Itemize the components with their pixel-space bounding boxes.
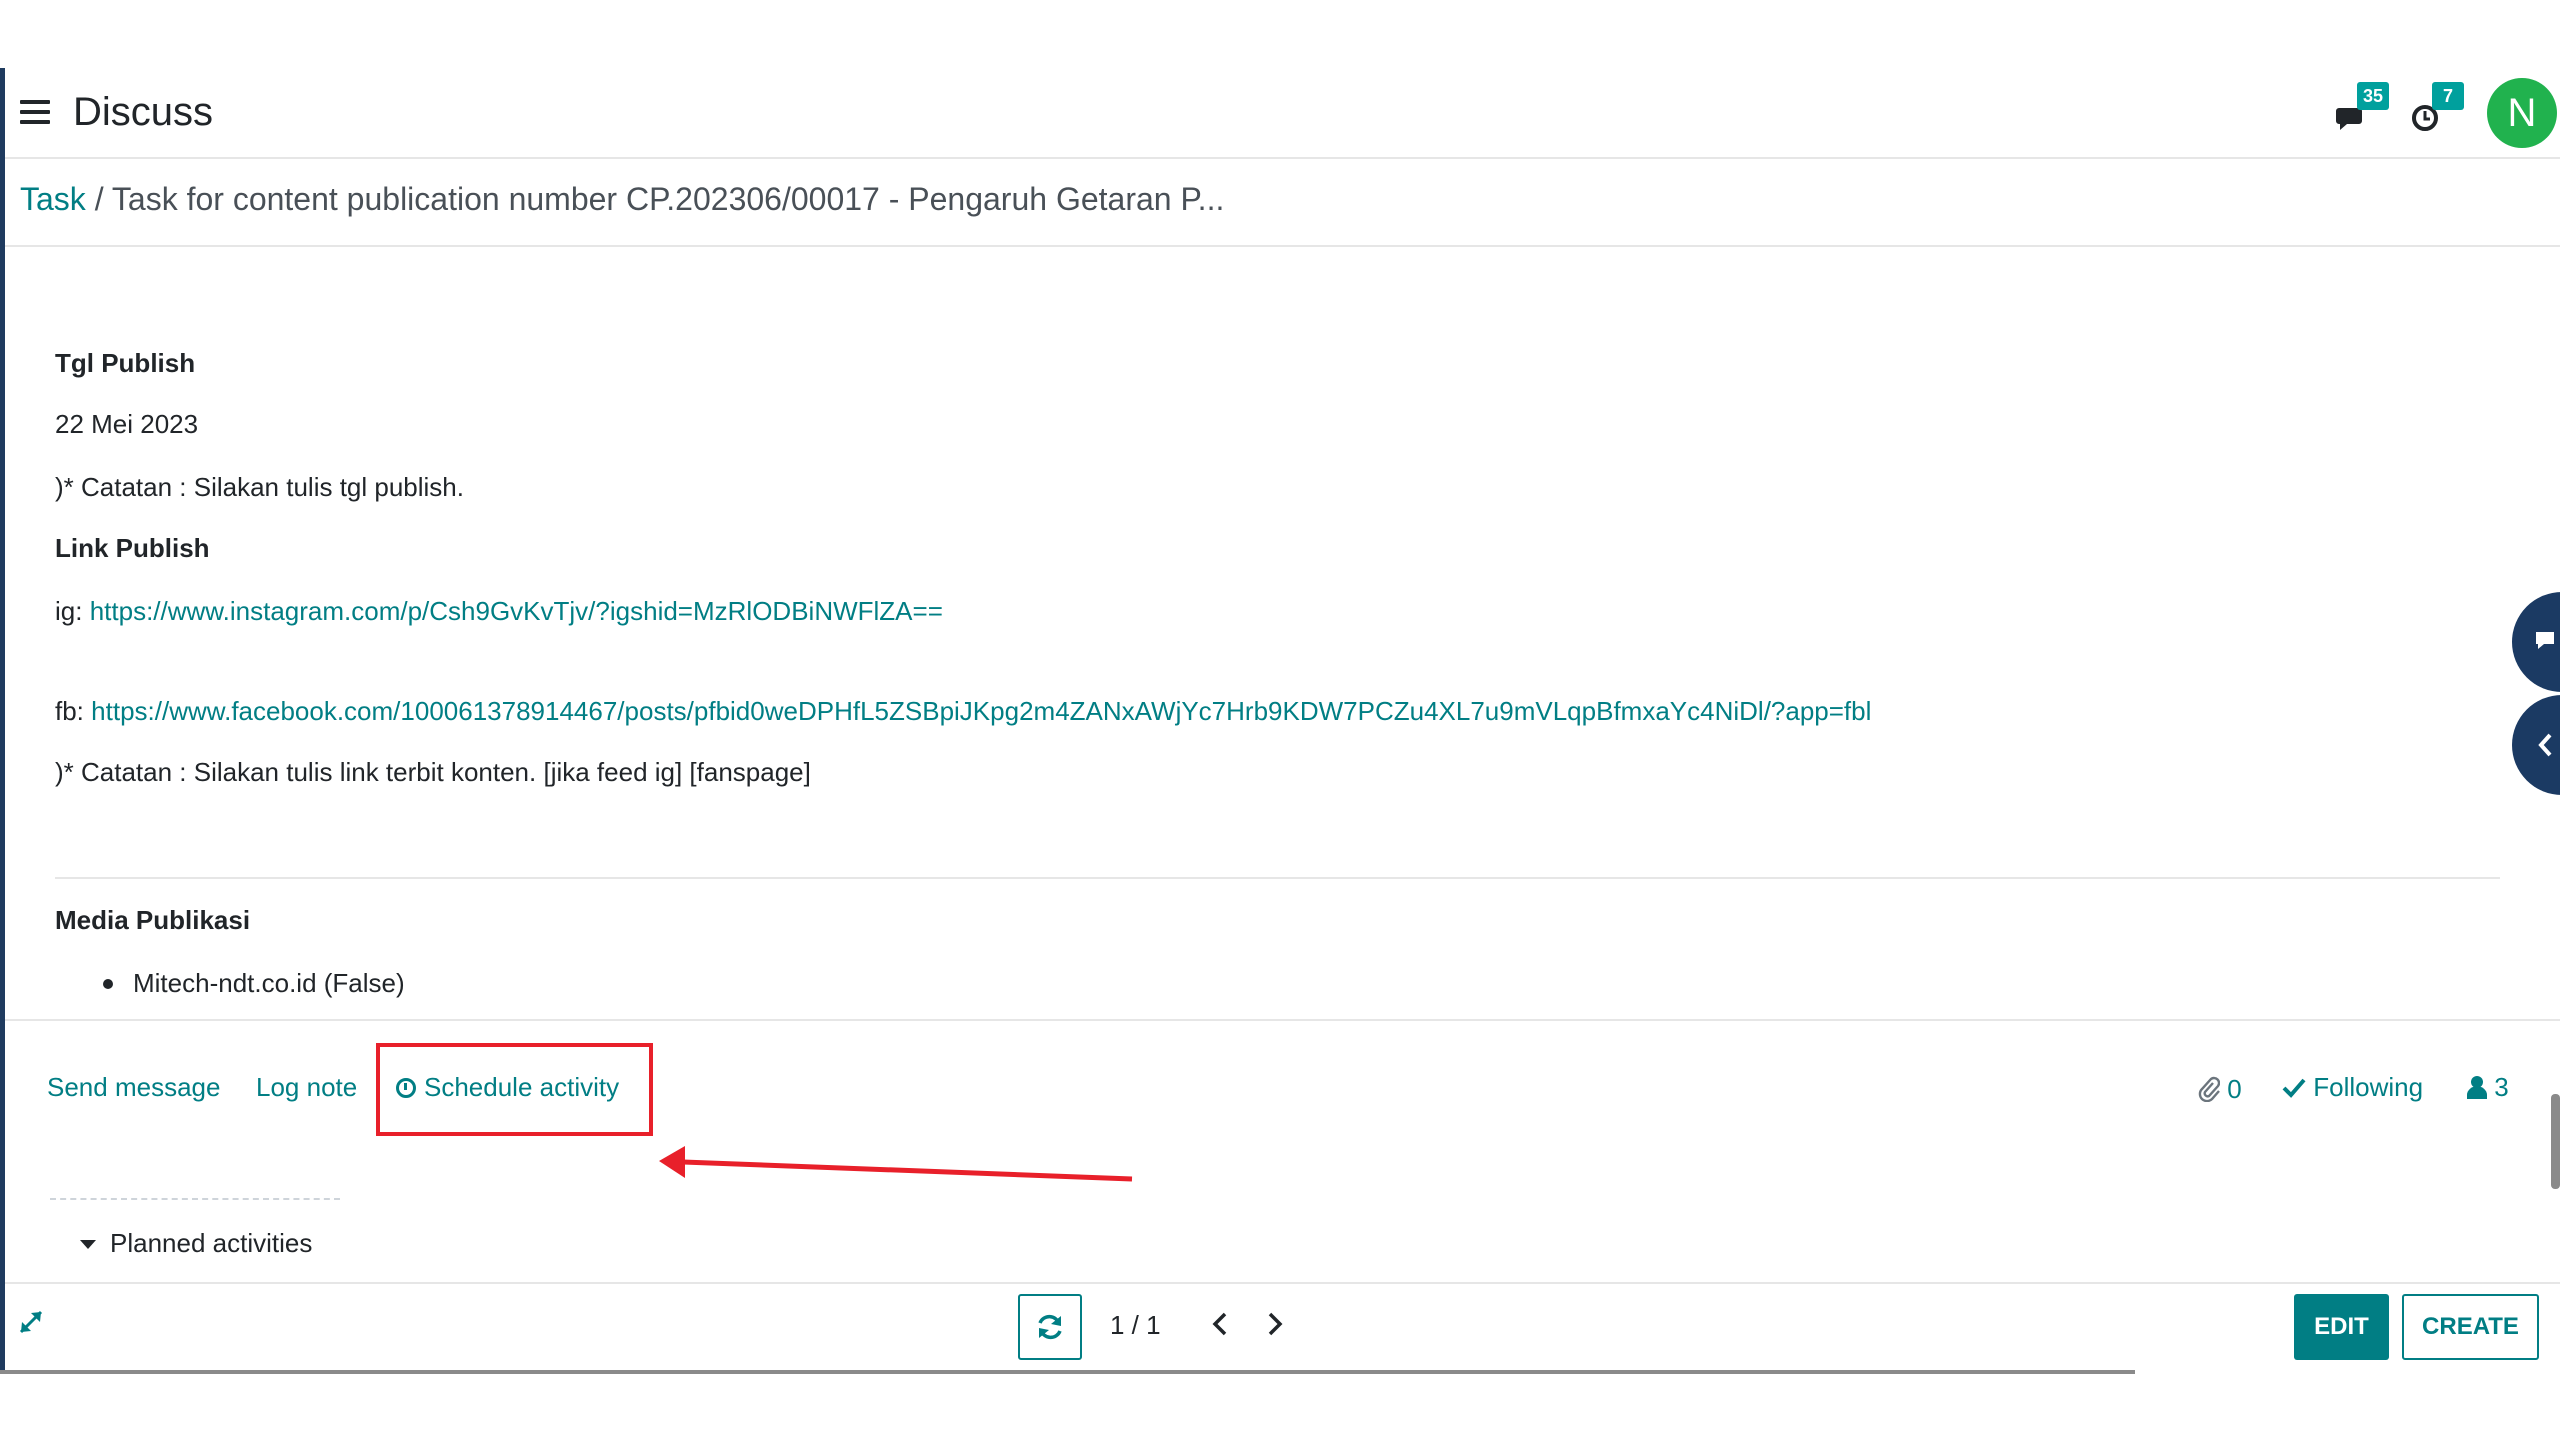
- pager-value[interactable]: 1 / 1: [1110, 1310, 1161, 1341]
- log-note-button[interactable]: Log note: [256, 1072, 357, 1103]
- breadcrumb: Task / Task for content publication numb…: [5, 161, 2560, 247]
- send-message-button[interactable]: Send message: [47, 1072, 220, 1103]
- dashed-divider: [50, 1198, 340, 1200]
- facebook-link[interactable]: https://www.facebook.com/100061378914467…: [91, 696, 1871, 726]
- following-label: Following: [2313, 1072, 2424, 1102]
- breadcrumb-task-link[interactable]: Task: [20, 181, 86, 217]
- app-title: Discuss: [73, 90, 214, 134]
- activities-count-badge: 7: [2432, 82, 2464, 110]
- ig-line: ig: https://www.instagram.com/p/Csh9GvKv…: [55, 596, 943, 627]
- check-icon: [2282, 1078, 2306, 1098]
- edit-button[interactable]: EDIT: [2294, 1294, 2389, 1360]
- link-publish-heading: Link Publish: [55, 533, 210, 563]
- breadcrumb-current: Task for content publication number CP.2…: [111, 181, 1225, 217]
- chevron-right-icon[interactable]: [1260, 1304, 1290, 1344]
- refresh-icon: [1038, 1314, 1062, 1340]
- link-publish-note: )* Catatan : Silakan tulis link terbit k…: [55, 757, 811, 787]
- tgl-publish-heading: Tgl Publish: [55, 348, 196, 378]
- fb-prefix: fb:: [55, 696, 84, 726]
- refresh-button[interactable]: [1018, 1294, 1082, 1360]
- planned-activities-toggle[interactable]: Planned activities: [80, 1228, 312, 1259]
- red-arrow-annotation: [659, 1146, 1133, 1182]
- following-button[interactable]: Following: [2282, 1072, 2423, 1103]
- paperclip-icon: [2198, 1076, 2221, 1103]
- instagram-link[interactable]: https://www.instagram.com/p/Csh9GvKvTjv/…: [90, 596, 943, 626]
- chevron-left-icon: [2538, 733, 2552, 757]
- planned-activities-label: Planned activities: [110, 1228, 313, 1258]
- tgl-publish-value: 22 Mei 2023: [55, 409, 199, 439]
- activities-button[interactable]: 7: [2410, 82, 2464, 134]
- followers-count: 3: [2494, 1072, 2509, 1102]
- messages-count-badge: 35: [2357, 82, 2389, 110]
- media-publikasi-heading: Media Publikasi: [55, 905, 251, 935]
- list-bullet: [103, 979, 113, 989]
- user-avatar[interactable]: N: [2487, 78, 2557, 148]
- clock-icon: [396, 1078, 416, 1098]
- media-list-item: Mitech-ndt.co.id (False): [133, 968, 405, 998]
- attachments-count: 0: [2227, 1074, 2242, 1104]
- fb-line: fb: https://www.facebook.com/10006137891…: [55, 696, 1871, 727]
- attachments-button[interactable]: 0: [2198, 1072, 2242, 1105]
- section-divider: [55, 877, 2500, 879]
- bottom-divider: [5, 1282, 2560, 1284]
- caret-down-icon: [80, 1240, 96, 1249]
- tgl-publish-note: )* Catatan : Silakan tulis tgl publish.: [55, 472, 464, 502]
- menu-icon[interactable]: [20, 100, 50, 124]
- chevron-left-icon[interactable]: [1205, 1304, 1235, 1344]
- side-chat-tab[interactable]: [2512, 592, 2560, 692]
- create-button[interactable]: CREATE: [2402, 1294, 2539, 1360]
- chatter-divider: [5, 1019, 2560, 1021]
- expand-icon[interactable]: [17, 1308, 45, 1336]
- followers-button[interactable]: 3: [2467, 1072, 2509, 1103]
- schedule-activity-label: Schedule activity: [424, 1072, 620, 1102]
- left-edge: [0, 68, 5, 1374]
- schedule-activity-button[interactable]: Schedule activity: [396, 1072, 619, 1103]
- side-collapse-tab[interactable]: [2512, 695, 2560, 795]
- breadcrumb-separator: /: [94, 181, 104, 217]
- messages-button[interactable]: 35: [2335, 82, 2389, 134]
- top-navbar: Discuss 35 7 N: [5, 68, 2560, 159]
- scrollbar-thumb[interactable]: [2551, 1094, 2560, 1189]
- app-frame: Discuss 35 7 N Task / Task for content p…: [0, 68, 2560, 1374]
- chat-icon: [2536, 632, 2554, 649]
- user-icon: [2467, 1076, 2487, 1099]
- bottom-edge: [0, 1370, 2135, 1374]
- ig-prefix: ig:: [55, 596, 83, 626]
